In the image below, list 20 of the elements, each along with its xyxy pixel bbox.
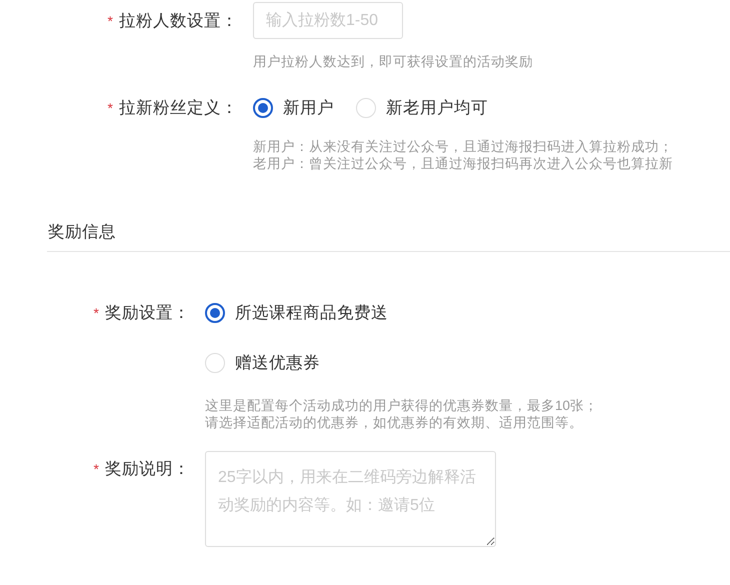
- hint-text: 请选择适配活动的优惠券，如优惠券的有效期、适用范围等。: [205, 414, 584, 431]
- field-label: 拉粉人数设置：: [119, 10, 238, 32]
- radio-button[interactable]: [205, 303, 225, 323]
- field-label: 奖励说明：: [105, 459, 190, 480]
- option-label: 新老用户均可: [386, 98, 488, 119]
- required-mark: *: [94, 461, 99, 477]
- hint-text: 老用户：曾关注过公众号，且通过海报扫码再次进入公众号也算拉新: [253, 155, 673, 172]
- option-label: 赠送优惠券: [235, 353, 320, 374]
- hint-text: 这里是配置每个活动成功的用户获得的优惠券数量，最多10张；: [205, 397, 598, 414]
- hint-text: 新用户：从来没有关注过公众号，且通过海报扫码进入算拉粉成功；: [253, 138, 673, 155]
- radio-button[interactable]: [253, 98, 273, 118]
- section-title: 奖励信息: [48, 223, 116, 241]
- required-mark: *: [108, 12, 113, 28]
- option-label: 新用户: [283, 98, 334, 119]
- required-mark: *: [108, 100, 113, 116]
- field-label: 拉新粉丝定义：: [119, 98, 238, 119]
- option-label: 所选课程商品免费送: [235, 303, 388, 324]
- hint-text: 用户拉粉人数达到，即可获得设置的活动奖励: [253, 53, 533, 70]
- field-label: 奖励设置：: [105, 303, 190, 324]
- required-mark: *: [94, 305, 99, 321]
